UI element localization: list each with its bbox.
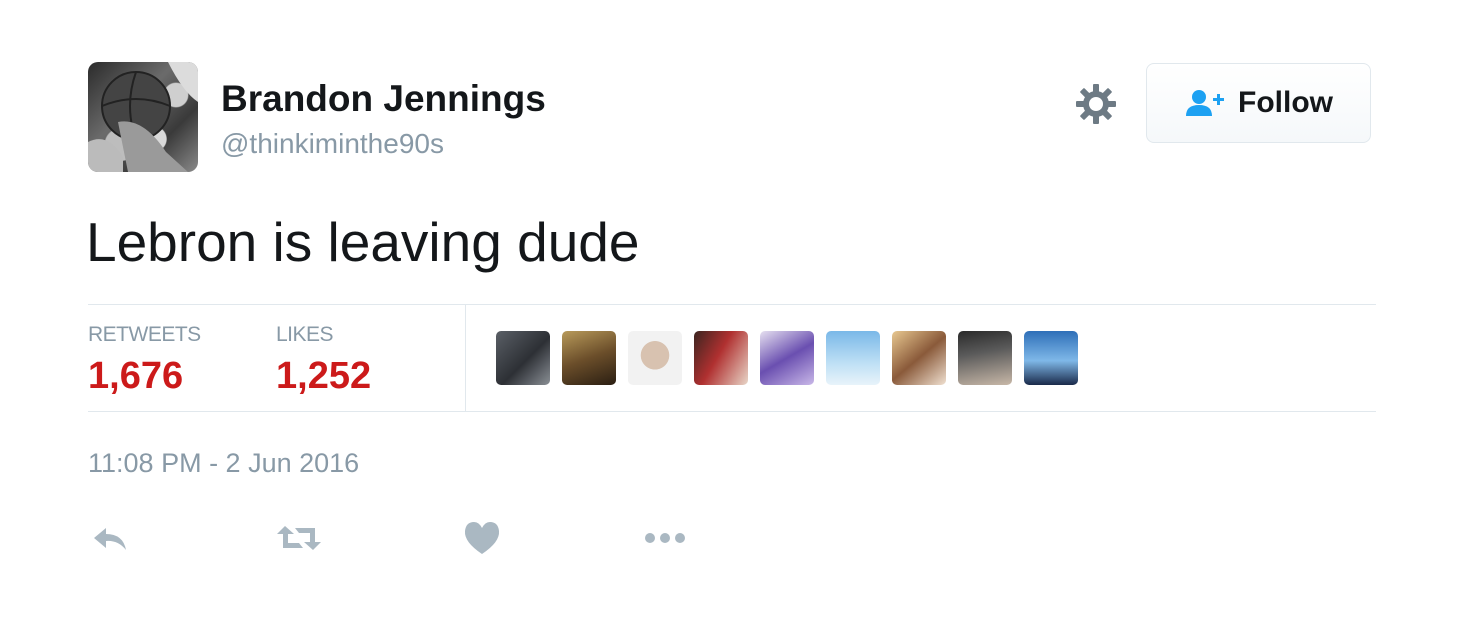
add-user-icon xyxy=(1186,90,1224,116)
liker-avatar[interactable] xyxy=(826,331,880,385)
follow-button[interactable]: Follow xyxy=(1146,63,1371,143)
liker-avatar[interactable] xyxy=(760,331,814,385)
liker-avatar[interactable] xyxy=(892,331,946,385)
retweets-label: RETWEETS xyxy=(88,323,201,346)
likes-count: 1,252 xyxy=(276,355,372,397)
likes-label: LIKES xyxy=(276,323,334,346)
follow-label: Follow xyxy=(1238,86,1333,119)
heart-icon[interactable] xyxy=(462,518,502,558)
liker-avatar[interactable] xyxy=(562,331,616,385)
tweet-card: Brandon Jennings @thinkiminthe90s Follow… xyxy=(0,0,1460,625)
retweets-count: 1,676 xyxy=(88,355,184,397)
screen-name[interactable]: @thinkiminthe90s xyxy=(221,128,444,160)
liker-avatar[interactable] xyxy=(958,331,1012,385)
tweet-timestamp[interactable]: 11:08 PM - 2 Jun 2016 xyxy=(88,448,359,479)
liker-avatar[interactable] xyxy=(628,331,682,385)
tweet-stats: RETWEETS 1,676 LIKES 1,252 xyxy=(88,304,1376,412)
liker-avatar[interactable] xyxy=(496,331,550,385)
retweet-icon[interactable] xyxy=(275,518,323,558)
reply-icon[interactable] xyxy=(90,518,130,558)
more-dots-icon[interactable] xyxy=(642,518,688,558)
stats-divider xyxy=(465,305,466,411)
tweet-text: Lebron is leaving dude xyxy=(86,211,640,273)
avatar-photo-icon xyxy=(88,62,198,172)
liker-avatar[interactable] xyxy=(694,331,748,385)
liker-avatar[interactable] xyxy=(1024,331,1078,385)
gear-icon[interactable] xyxy=(1074,82,1118,126)
display-name[interactable]: Brandon Jennings xyxy=(221,78,546,120)
user-avatar[interactable] xyxy=(88,62,198,172)
